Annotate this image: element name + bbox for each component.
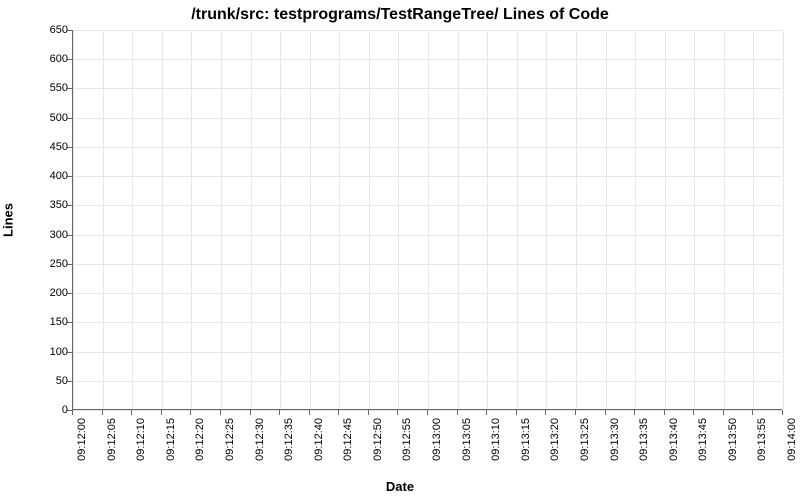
x-tick-mark	[279, 410, 280, 415]
x-tick-mark	[634, 410, 635, 415]
x-tick-label: 09:12:05	[106, 418, 118, 461]
x-tick-label: 09:12:20	[194, 418, 206, 461]
x-tick-label: 09:12:10	[135, 418, 147, 461]
x-axis-label: Date	[0, 479, 800, 494]
x-tick-mark	[161, 410, 162, 415]
y-tick-label: 550	[8, 82, 68, 94]
x-tick-label: 09:12:45	[342, 418, 354, 461]
x-tick-mark	[723, 410, 724, 415]
x-tick-mark	[72, 410, 73, 415]
x-gridline	[517, 30, 518, 409]
x-gridline	[339, 30, 340, 409]
x-tick-label: 09:12:30	[254, 418, 266, 461]
x-gridline	[783, 30, 784, 409]
x-tick-label: 09:13:00	[431, 418, 443, 461]
x-tick-mark	[516, 410, 517, 415]
x-gridline	[576, 30, 577, 409]
y-tick-label: 150	[8, 316, 68, 328]
y-tick-label: 350	[8, 199, 68, 211]
x-tick-mark	[782, 410, 783, 415]
x-gridline	[191, 30, 192, 409]
x-gridline	[724, 30, 725, 409]
x-tick-mark	[486, 410, 487, 415]
x-gridline	[487, 30, 488, 409]
x-gridline	[73, 30, 74, 409]
y-tick-label: 500	[8, 112, 68, 124]
y-tick-label: 50	[8, 375, 68, 387]
x-tick-label: 09:13:45	[697, 418, 709, 461]
x-tick-label: 09:13:10	[490, 418, 502, 461]
x-gridline	[694, 30, 695, 409]
x-gridline	[753, 30, 754, 409]
x-tick-label: 09:13:15	[520, 418, 532, 461]
x-gridline	[103, 30, 104, 409]
x-tick-mark	[427, 410, 428, 415]
y-tick-label: 200	[8, 287, 68, 299]
x-tick-label: 09:14:00	[786, 418, 798, 461]
chart-title: /trunk/src: testprograms/TestRangeTree/ …	[0, 6, 800, 24]
x-tick-mark	[190, 410, 191, 415]
x-gridline	[251, 30, 252, 409]
x-tick-label: 09:13:55	[756, 418, 768, 461]
x-tick-mark	[250, 410, 251, 415]
y-tick-label: 0	[8, 404, 68, 416]
x-gridline	[635, 30, 636, 409]
x-gridline	[665, 30, 666, 409]
x-tick-label: 09:12:35	[283, 418, 295, 461]
x-gridline	[221, 30, 222, 409]
x-tick-label: 09:12:15	[165, 418, 177, 461]
x-tick-mark	[693, 410, 694, 415]
x-gridline	[162, 30, 163, 409]
x-tick-mark	[338, 410, 339, 415]
y-tick-label: 250	[8, 258, 68, 270]
x-tick-mark	[368, 410, 369, 415]
x-tick-label: 09:13:05	[461, 418, 473, 461]
x-tick-mark	[752, 410, 753, 415]
y-tick-label: 100	[8, 346, 68, 358]
x-gridline	[606, 30, 607, 409]
x-tick-label: 09:12:55	[401, 418, 413, 461]
x-tick-label: 09:12:50	[372, 418, 384, 461]
x-tick-label: 09:13:20	[549, 418, 561, 461]
x-tick-mark	[131, 410, 132, 415]
x-gridline	[398, 30, 399, 409]
y-tick-label: 650	[8, 24, 68, 36]
x-tick-mark	[309, 410, 310, 415]
x-tick-mark	[575, 410, 576, 415]
x-gridline	[132, 30, 133, 409]
y-tick-label: 400	[8, 170, 68, 182]
x-tick-label: 09:13:50	[727, 418, 739, 461]
x-tick-label: 09:13:25	[579, 418, 591, 461]
x-tick-mark	[220, 410, 221, 415]
x-tick-mark	[545, 410, 546, 415]
x-tick-mark	[397, 410, 398, 415]
x-tick-label: 09:12:40	[313, 418, 325, 461]
y-tick-label: 450	[8, 141, 68, 153]
x-tick-mark	[664, 410, 665, 415]
x-tick-mark	[102, 410, 103, 415]
loc-chart: /trunk/src: testprograms/TestRangeTree/ …	[0, 0, 800, 500]
x-tick-label: 09:12:25	[224, 418, 236, 461]
x-tick-label: 09:13:35	[638, 418, 650, 461]
x-gridline	[280, 30, 281, 409]
x-tick-label: 09:12:00	[76, 418, 88, 461]
x-tick-label: 09:13:40	[668, 418, 680, 461]
plot-area	[72, 30, 782, 410]
x-tick-label: 09:13:30	[609, 418, 621, 461]
x-gridline	[369, 30, 370, 409]
x-tick-mark	[457, 410, 458, 415]
x-gridline	[428, 30, 429, 409]
y-tick-label: 600	[8, 53, 68, 65]
x-gridline	[310, 30, 311, 409]
y-tick-label: 300	[8, 229, 68, 241]
x-tick-mark	[605, 410, 606, 415]
x-gridline	[546, 30, 547, 409]
x-gridline	[458, 30, 459, 409]
